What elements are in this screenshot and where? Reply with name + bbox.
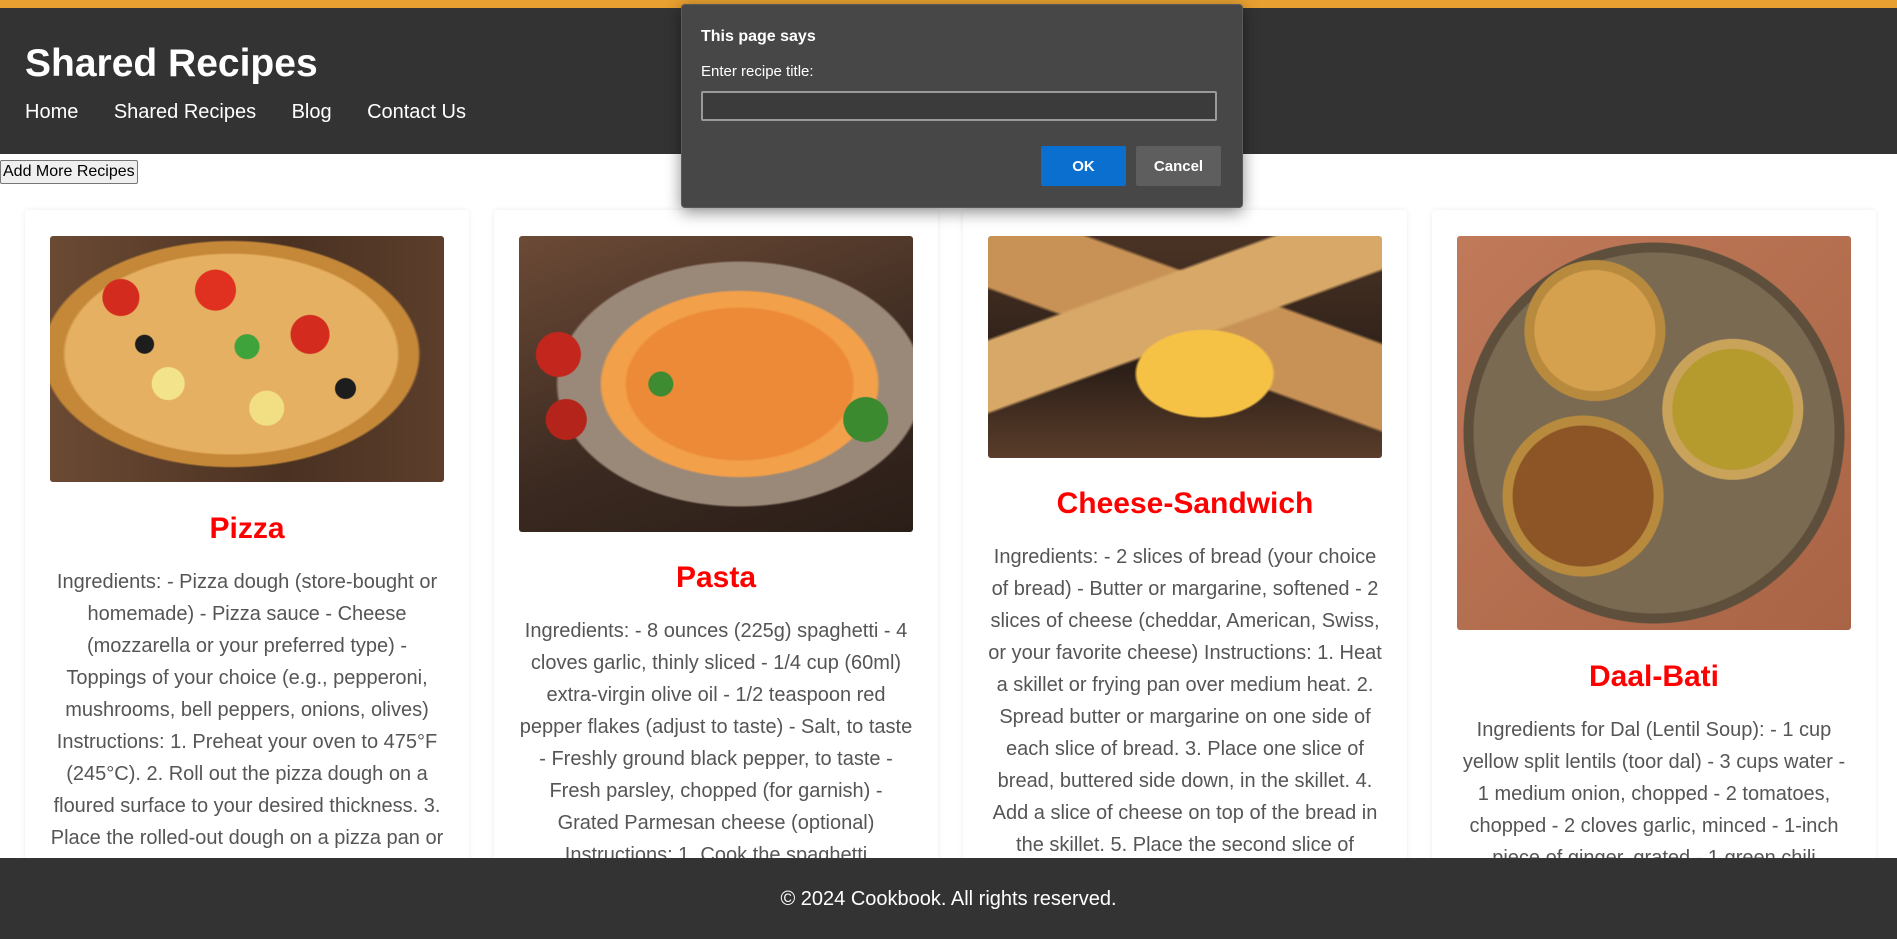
nav-link-shared-recipes[interactable]: Shared Recipes: [114, 101, 256, 123]
pasta-photo: [519, 236, 913, 532]
recipe-description: Ingredients: - Pizza dough (store-bought…: [50, 571, 444, 849]
main-nav: Home Shared Recipes Blog Contact Us: [25, 101, 497, 124]
dialog-title: This page says: [701, 28, 816, 45]
recipe-title-input[interactable]: [701, 91, 1217, 121]
site-footer: © 2024 Cookbook. All rights reserved.: [0, 858, 1897, 939]
recipe-title: Cheese-Sandwich: [1056, 487, 1314, 520]
prompt-dialog: This page says Enter recipe title: OK Ca…: [681, 4, 1243, 208]
grilled-cheese-photo: [988, 236, 1382, 458]
recipe-card-pizza: Pizza Ingredients: - Pizza dough (store-…: [25, 210, 469, 910]
recipe-grid: Pizza Ingredients: - Pizza dough (store-…: [0, 210, 1897, 910]
recipe-description: Ingredients for Dal (Lentil Soup): - 1 c…: [1462, 719, 1846, 869]
recipe-title: Daal-Bati: [1588, 660, 1720, 693]
dialog-message: Enter recipe title:: [701, 63, 814, 80]
site-title: Shared Recipes: [25, 42, 318, 85]
recipe-card-daal-bati: Daal-Bati Ingredients for Dal (Lentil So…: [1432, 210, 1876, 910]
cancel-button[interactable]: Cancel: [1136, 146, 1221, 186]
recipe-title: Pizza: [209, 512, 285, 545]
recipe-description: Ingredients: - 2 slices of bread (your c…: [988, 546, 1382, 856]
add-more-recipes-button[interactable]: Add More Recipes: [0, 160, 138, 184]
footer-copyright: © 2024 Cookbook. All rights reserved.: [780, 888, 1117, 910]
recipe-card-cheese-sandwich: Cheese-Sandwich Ingredients: - 2 slices …: [963, 210, 1407, 910]
recipe-title: Pasta: [675, 561, 757, 594]
ok-button[interactable]: OK: [1041, 146, 1126, 186]
nav-link-blog[interactable]: Blog: [292, 101, 332, 123]
pizza-photo: [50, 236, 444, 482]
nav-link-home[interactable]: Home: [25, 101, 78, 123]
recipe-description: Ingredients: - 8 ounces (225g) spaghetti…: [519, 620, 913, 866]
recipe-card-pasta: Pasta Ingredients: - 8 ounces (225g) spa…: [494, 210, 938, 910]
nav-link-contact-us[interactable]: Contact Us: [367, 101, 466, 123]
daal-bati-photo: [1457, 236, 1851, 630]
